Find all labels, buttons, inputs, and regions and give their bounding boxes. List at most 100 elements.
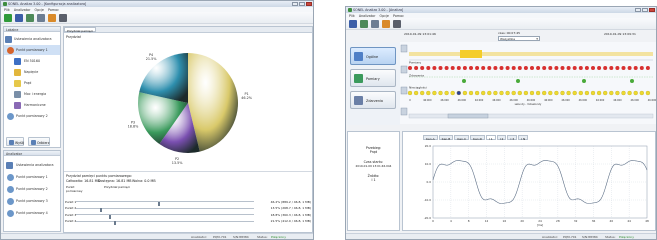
scrollbar-thumb[interactable] bbox=[447, 113, 489, 119]
discontinuity-marker[interactable] bbox=[426, 90, 431, 96]
discontinuity-marker[interactable] bbox=[633, 90, 638, 96]
overview-track[interactable] bbox=[409, 52, 653, 56]
measurement-marker[interactable] bbox=[615, 66, 620, 70]
discontinuity-marker[interactable] bbox=[535, 90, 541, 96]
measurement-marker[interactable] bbox=[584, 66, 589, 70]
discontinuity-marker[interactable] bbox=[505, 90, 510, 96]
connect-icon[interactable] bbox=[37, 14, 45, 22]
nav-measurements-button[interactable]: Pomiary bbox=[350, 69, 396, 87]
measurement-marker[interactable] bbox=[591, 66, 595, 70]
tab-i-2[interactable]: I 2 bbox=[496, 135, 507, 141]
event-marker[interactable] bbox=[630, 79, 634, 83]
send-button[interactable]: Wyślij bbox=[6, 137, 24, 146]
measurement-marker[interactable] bbox=[420, 66, 425, 70]
measurement-marker[interactable] bbox=[456, 66, 461, 70]
measurement-marker[interactable] bbox=[432, 66, 437, 70]
discontinuity-marker[interactable] bbox=[493, 90, 498, 96]
measurement-marker[interactable] bbox=[603, 66, 608, 70]
tree-item-en50160[interactable]: EN 50160 bbox=[4, 56, 60, 66]
measurement-marker[interactable] bbox=[462, 66, 467, 70]
chart-icon[interactable] bbox=[48, 14, 56, 22]
discontinuity-marker[interactable] bbox=[566, 90, 571, 96]
analyzer-tree-item-point-2[interactable]: Punkt pomiarowy 2 bbox=[4, 184, 60, 194]
discontinuity-marker[interactable] bbox=[487, 90, 492, 96]
measurement-marker[interactable] bbox=[426, 66, 431, 70]
connect-icon[interactable] bbox=[371, 20, 379, 28]
close-button[interactable] bbox=[306, 2, 312, 6]
discontinuity-marker[interactable] bbox=[542, 90, 547, 96]
discontinuity-marker[interactable] bbox=[529, 90, 535, 96]
receive-button[interactable]: Odbierz bbox=[28, 137, 50, 146]
measurement-marker[interactable] bbox=[481, 66, 486, 70]
measurement-marker[interactable] bbox=[542, 66, 547, 70]
measurement-marker[interactable] bbox=[469, 66, 473, 70]
measurement-marker[interactable] bbox=[627, 66, 632, 70]
measurement-marker[interactable] bbox=[487, 66, 492, 70]
measurement-marker[interactable] bbox=[639, 66, 644, 70]
discontinuity-marker[interactable] bbox=[407, 90, 413, 96]
tab-kan-a[interactable]: Kan.A bbox=[423, 135, 438, 141]
timeline-scrollbar[interactable] bbox=[408, 113, 654, 119]
row-handle-icon[interactable] bbox=[400, 44, 408, 53]
discontinuity-marker[interactable] bbox=[615, 90, 620, 96]
row-handle-icon[interactable] bbox=[400, 86, 408, 95]
tree-item-current[interactable]: Prąd bbox=[4, 78, 60, 88]
discontinuity-marker[interactable] bbox=[438, 90, 443, 96]
measurement-marker[interactable] bbox=[493, 66, 498, 70]
measurement-marker[interactable] bbox=[554, 66, 559, 70]
discontinuity-marker[interactable] bbox=[548, 90, 553, 96]
measurement-marker[interactable] bbox=[566, 66, 571, 70]
measurement-marker[interactable] bbox=[511, 66, 516, 70]
slider-track[interactable] bbox=[76, 207, 254, 212]
menu-help[interactable]: Pomoc bbox=[48, 8, 59, 12]
menu-analyzer[interactable]: Analizator bbox=[14, 8, 31, 12]
event-marker[interactable] bbox=[582, 79, 586, 83]
row-handle-icon[interactable] bbox=[400, 65, 408, 74]
tab-kan-b[interactable]: Kan.B bbox=[438, 135, 454, 141]
discontinuity-marker[interactable] bbox=[639, 90, 644, 96]
discontinuity-marker[interactable] bbox=[645, 90, 651, 96]
timeline[interactable]: PomiaryZdarzeniaNieciągłości0 46:000 46:00… bbox=[400, 42, 656, 124]
minimize-button[interactable] bbox=[292, 2, 298, 6]
measurement-marker[interactable] bbox=[645, 66, 650, 70]
tree-item-analyzer-settings[interactable]: Ustawienia analizatora bbox=[4, 34, 60, 44]
close-button[interactable] bbox=[649, 8, 655, 12]
discontinuity-marker[interactable] bbox=[511, 90, 516, 96]
measurement-marker[interactable] bbox=[548, 66, 553, 70]
tab-kan-c[interactable]: Kan.C bbox=[454, 135, 470, 141]
slider-track[interactable] bbox=[76, 201, 254, 206]
menu-options[interactable]: Opcje bbox=[380, 14, 389, 18]
analyzer-tree-item-point-1[interactable]: Punkt pomiarowy 1 bbox=[4, 172, 60, 182]
discontinuity-marker[interactable] bbox=[609, 90, 614, 96]
add-icon[interactable] bbox=[4, 14, 12, 22]
slider-track[interactable] bbox=[76, 214, 254, 219]
row-handle-icon[interactable] bbox=[400, 107, 408, 116]
menu-file[interactable]: Plik bbox=[4, 8, 10, 12]
discontinuity-marker[interactable] bbox=[572, 90, 577, 96]
menu-help[interactable]: Pomoc bbox=[393, 14, 404, 18]
menu-file[interactable]: Plik bbox=[349, 14, 355, 18]
measurement-marker[interactable] bbox=[609, 66, 614, 70]
discontinuity-marker[interactable] bbox=[627, 90, 632, 96]
settings-icon[interactable] bbox=[59, 14, 67, 22]
save-icon[interactable] bbox=[15, 14, 23, 22]
discontinuity-marker[interactable] bbox=[474, 90, 480, 96]
measurement-marker[interactable] bbox=[444, 66, 449, 70]
discontinuity-marker[interactable] bbox=[554, 90, 559, 96]
measurement-marker[interactable] bbox=[408, 66, 412, 70]
nav-general-button[interactable]: Ogólne bbox=[350, 47, 396, 65]
analyzer-tree-item-point-3[interactable]: Punkt pomiarowy 3 bbox=[4, 196, 60, 206]
tab-i-n[interactable]: I N bbox=[518, 135, 529, 141]
tree-item-power[interactable]: Moc i energia bbox=[4, 89, 60, 99]
tree-item-voltage[interactable]: Napięcie bbox=[4, 67, 60, 77]
discontinuity-marker[interactable] bbox=[481, 90, 486, 96]
measurement-marker[interactable] bbox=[505, 66, 510, 70]
analyzer-tree-item-point-4[interactable]: Punkt pomiarowy 4 bbox=[4, 208, 60, 218]
measurement-marker[interactable] bbox=[578, 66, 583, 70]
measurement-marker[interactable] bbox=[536, 66, 541, 70]
tab-memory-allocation[interactable]: Przydział pamięci bbox=[64, 27, 97, 33]
discontinuity-marker[interactable] bbox=[578, 90, 583, 96]
discontinuity-marker[interactable] bbox=[596, 90, 602, 96]
menu-options[interactable]: Opcje bbox=[35, 8, 44, 12]
discontinuity-marker[interactable] bbox=[462, 90, 468, 96]
